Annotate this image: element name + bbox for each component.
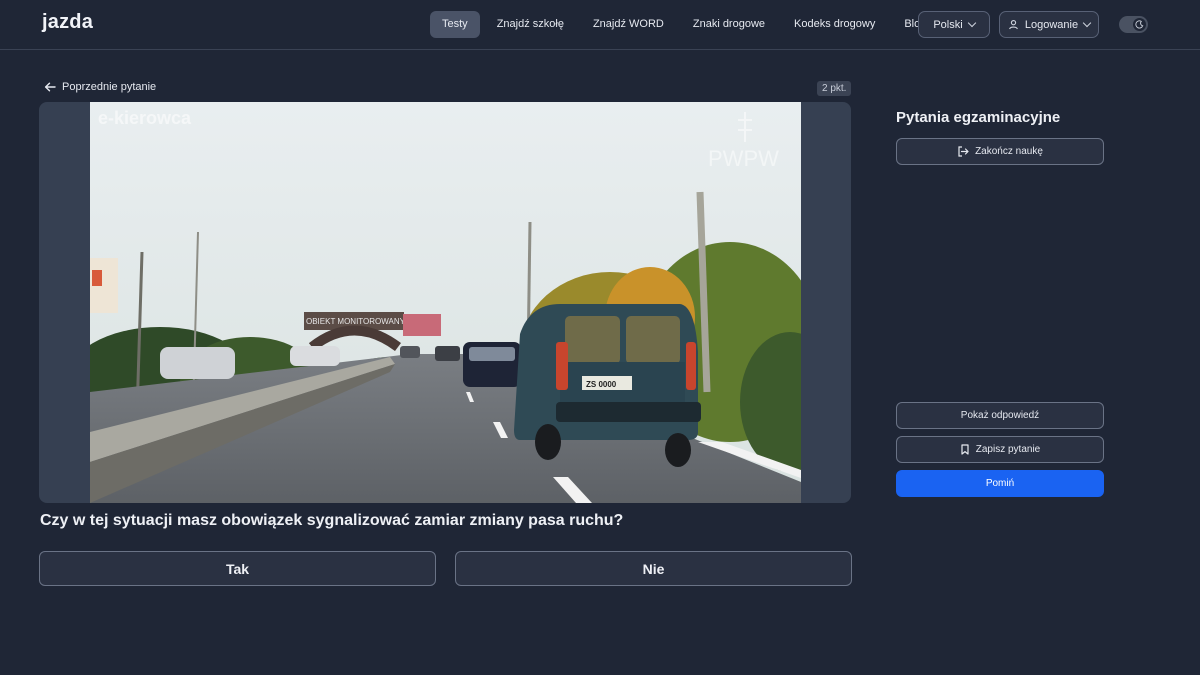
watermark-e-kierowca: e-kierowca <box>98 108 192 128</box>
theme-toggle[interactable] <box>1119 16 1148 33</box>
logout-icon <box>957 146 969 157</box>
answer-yes-button[interactable]: Tak <box>39 551 436 586</box>
chevron-down-icon <box>1082 18 1092 28</box>
arrow-left-icon <box>44 82 56 92</box>
bridge-sign-text: OBIEKT MONITOROWANY <box>306 317 406 326</box>
finish-learning-button[interactable]: Zakończ naukę <box>896 138 1104 165</box>
show-answer-button[interactable]: Pokaż odpowiedź <box>896 402 1104 429</box>
question-text: Czy w tej sytuacji masz obowiązek sygnal… <box>40 512 624 529</box>
logo[interactable]: jazda <box>42 11 93 34</box>
question-media: OBIEKT MONITOROWANY ZS 0000 e-kierowca P… <box>39 102 851 503</box>
main-nav: Testy Znajdź szkołę Znajdź WORD Znaki dr… <box>430 11 943 38</box>
question-image: OBIEKT MONITOROWANY ZS 0000 e-kierowca P… <box>90 102 801 503</box>
show-answer-label: Pokaż odpowiedź <box>960 410 1040 421</box>
skip-button[interactable]: Pomiń <box>896 470 1104 497</box>
save-question-label: Zapisz pytanie <box>975 444 1041 455</box>
nav-item-kodeks-drogowy[interactable]: Kodeks drogowy <box>782 11 887 38</box>
nav-item-znaki-drogowe[interactable]: Znaki drogowe <box>681 11 777 38</box>
bookmark-icon <box>960 444 970 455</box>
login-button[interactable]: Logowanie <box>999 11 1099 38</box>
previous-question-label: Poprzednie pytanie <box>62 81 157 93</box>
points-badge: 2 pkt. <box>817 81 852 96</box>
save-question-button[interactable]: Zapisz pytanie <box>896 436 1104 463</box>
license-plate-text: ZS 0000 <box>586 380 617 389</box>
login-label: Logowanie <box>1024 18 1079 31</box>
language-label: Polski <box>933 18 963 31</box>
chevron-down-icon <box>967 18 976 28</box>
user-icon <box>1008 19 1019 30</box>
nav-item-znajdz-szkole[interactable]: Znajdź szkołę <box>485 11 576 38</box>
moon-icon <box>1133 18 1146 31</box>
top-navigation-bar: jazda Testy Znajdź szkołę Znajdź WORD Zn… <box>0 0 1200 50</box>
language-select[interactable]: Polski <box>918 11 990 38</box>
answer-no-button[interactable]: Nie <box>455 551 852 586</box>
nav-item-znajdz-word[interactable]: Znajdź WORD <box>581 11 676 38</box>
skip-label: Pomiń <box>985 478 1015 489</box>
watermark-pwpw: PWPW <box>708 146 779 171</box>
previous-question-link[interactable]: Poprzednie pytanie <box>44 81 156 93</box>
logo-text: jazda <box>42 11 94 33</box>
nav-item-testy[interactable]: Testy <box>430 11 480 38</box>
finish-learning-label: Zakończ naukę <box>975 146 1043 157</box>
sidebar-title: Pytania egzaminacyjne <box>896 109 1061 126</box>
